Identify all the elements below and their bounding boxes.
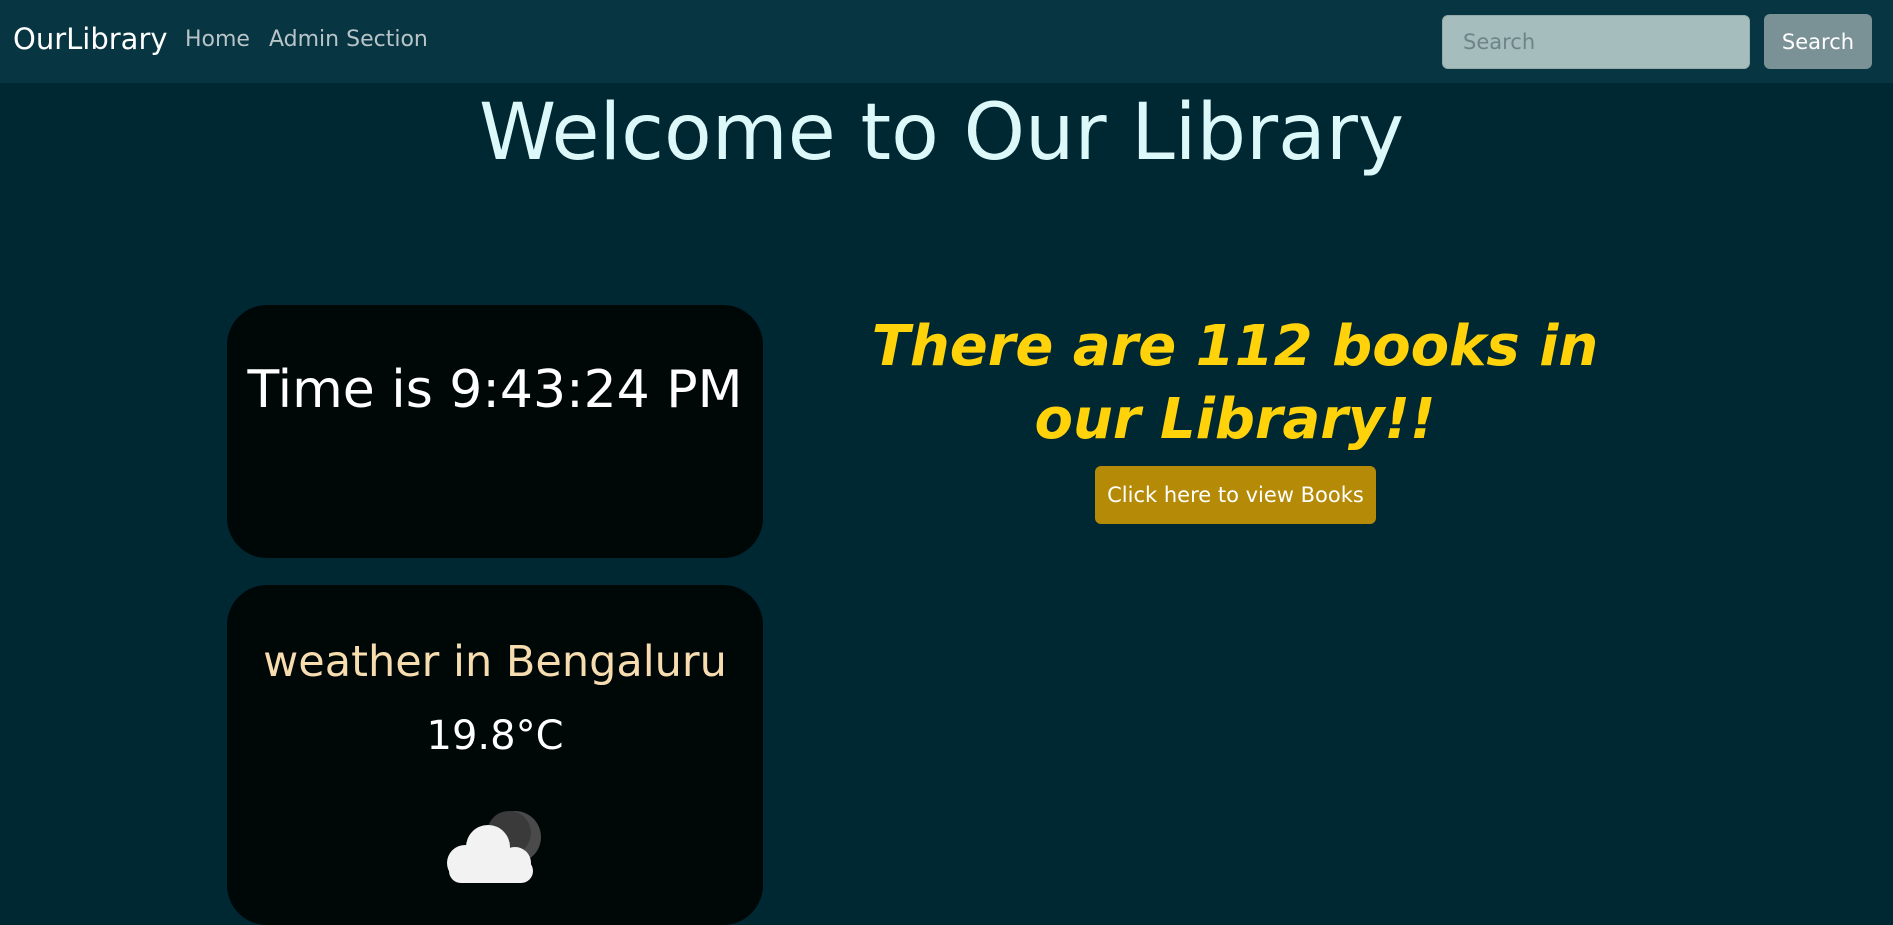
view-books-button[interactable]: Click here to view Books xyxy=(1095,466,1376,524)
time-card: Time is 9:43:24 PM xyxy=(227,305,763,558)
search-button[interactable]: Search xyxy=(1764,14,1872,69)
time-text: Time is 9:43:24 PM xyxy=(247,360,743,420)
weather-card: weather in Bengaluru 19.8°C xyxy=(227,585,763,925)
search-input[interactable] xyxy=(1442,15,1750,69)
brand-logo-link[interactable]: OurLibrary xyxy=(13,22,168,56)
weather-temperature: 19.8°C xyxy=(426,713,564,759)
books-count-heading: There are 112 books in our Library!! xyxy=(871,314,1599,452)
page-title: Welcome to Our Library xyxy=(478,88,1405,178)
nav-link-home[interactable]: Home xyxy=(185,27,250,52)
cloud-moon-icon xyxy=(447,811,541,883)
weather-city-text: weather in Bengaluru xyxy=(263,637,727,687)
navbar: OurLibrary Home Admin Section Search xyxy=(0,0,1893,83)
nav-link-admin-section[interactable]: Admin Section xyxy=(269,27,428,52)
